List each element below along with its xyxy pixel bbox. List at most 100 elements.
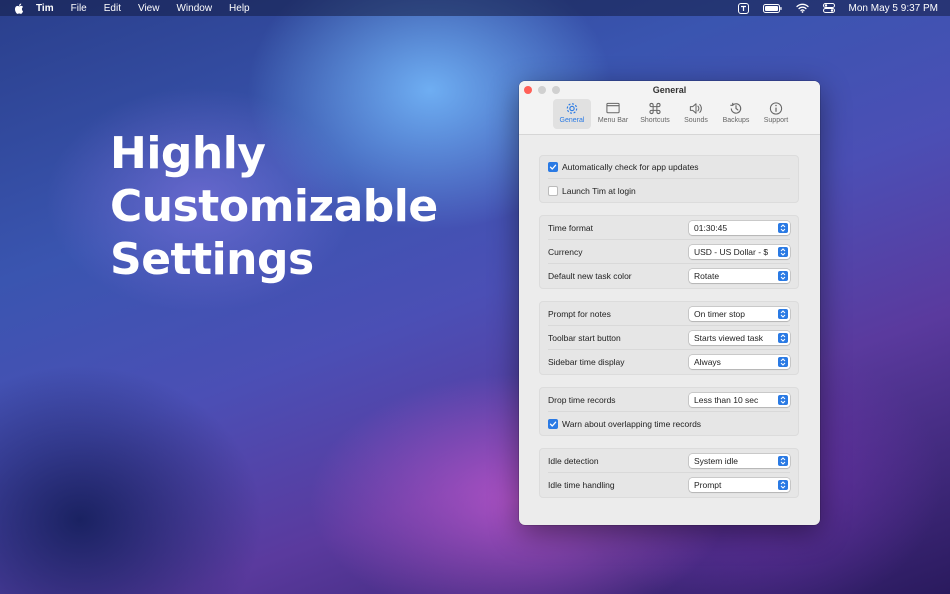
row-warn-overlap[interactable]: Warn about overlapping time records [548, 412, 790, 435]
auto-check-updates-checkbox[interactable] [548, 162, 558, 172]
currency-value: USD - US Dollar - $ [694, 246, 769, 257]
settings-group-idle: Idle detection System idle Idle time han… [539, 448, 799, 498]
updown-chevron-icon [778, 455, 788, 466]
row-auto-check-updates[interactable]: Automatically check for app updates [548, 156, 790, 179]
settings-group-updates: Automatically check for app updates Laun… [539, 155, 799, 203]
preferences-toolbar: General Menu Bar Shortcuts Sounds Backup… [553, 99, 797, 129]
auto-check-updates-label: Automatically check for app updates [562, 162, 699, 172]
updown-chevron-icon [778, 357, 788, 367]
row-time-format: Time format 01:30:45 [548, 216, 790, 240]
sidebar-time-select[interactable]: Always [689, 355, 790, 369]
prompt-notes-label: Prompt for notes [548, 308, 611, 319]
drop-records-label: Drop time records [548, 394, 616, 405]
window-titlebar: General General Menu Bar Shortcuts Sound… [519, 81, 820, 135]
warn-overlap-checkbox[interactable] [548, 418, 558, 429]
updown-chevron-icon [778, 222, 788, 233]
tab-backups-label: Backups [722, 117, 750, 124]
sidebar-time-value: Always [694, 357, 721, 367]
hero-line-2: Customizable [110, 181, 438, 232]
settings-window: General General Menu Bar Shortcuts Sound… [519, 81, 820, 525]
tab-general[interactable]: General [553, 99, 591, 129]
updown-chevron-icon [778, 271, 788, 281]
tab-support-label: Support [763, 117, 789, 124]
checkmark-icon [549, 164, 557, 170]
history-icon [730, 102, 742, 114]
updown-chevron-icon [778, 332, 788, 343]
idle-detection-label: Idle detection [548, 455, 599, 466]
row-currency: Currency USD - US Dollar - $ [548, 240, 790, 264]
row-sidebar-time: Sidebar time display Always [548, 350, 790, 374]
time-format-label: Time format [548, 222, 594, 233]
currency-label: Currency [548, 246, 583, 257]
row-launch-at-login[interactable]: Launch Tim at login [548, 179, 790, 202]
tab-support[interactable]: Support [757, 99, 795, 129]
battery-icon[interactable] [762, 3, 782, 13]
settings-group-records: Drop time records Less than 10 sec Warn … [539, 387, 799, 436]
drop-records-value: Less than 10 sec [694, 394, 759, 405]
idle-detection-select[interactable]: System idle [689, 453, 790, 468]
sidebar-time-label: Sidebar time display [548, 357, 625, 367]
command-icon [649, 102, 661, 115]
idle-handling-label: Idle time handling [548, 480, 615, 490]
apple-logo-icon[interactable] [12, 1, 26, 15]
tab-menu-bar[interactable]: Menu Bar [593, 99, 633, 129]
menubar-icon [606, 102, 620, 114]
time-format-value: 01:30:45 [694, 222, 728, 233]
checkmark-icon [549, 421, 557, 427]
menu-help[interactable]: Help [229, 3, 250, 14]
speaker-icon [689, 103, 702, 114]
tab-sounds-label: Sounds [684, 117, 708, 124]
menu-bar: Tim File Edit View Window Help Mon May 5… [0, 0, 950, 16]
menu-clock[interactable]: Mon May 5 9:37 PM [849, 3, 938, 14]
settings-group-format: Time format 01:30:45 Currency USD - US D… [539, 215, 799, 289]
menu-view[interactable]: View [138, 3, 160, 14]
drop-records-select[interactable]: Less than 10 sec [689, 392, 790, 407]
hero-line-1: Highly [110, 128, 266, 179]
toolbar-start-label: Toolbar start button [548, 332, 621, 343]
hero-headline: Highly Customizable Settings [110, 127, 438, 286]
wifi-icon[interactable] [795, 3, 809, 13]
task-color-label: Default new task color [548, 271, 632, 281]
row-prompt-notes: Prompt for notes On timer stop [548, 302, 790, 326]
menu-edit[interactable]: Edit [104, 3, 121, 14]
menu-app-name[interactable]: Tim [36, 3, 54, 14]
tim-icon[interactable] [737, 2, 749, 14]
prompt-notes-value: On timer stop [694, 308, 746, 319]
toolbar-start-select[interactable]: Starts viewed task [689, 330, 790, 345]
row-toolbar-start: Toolbar start button Starts viewed task [548, 326, 790, 350]
idle-detection-value: System idle [694, 455, 738, 466]
settings-content: Automatically check for app updates Laun… [539, 155, 799, 510]
menu-file[interactable]: File [71, 3, 87, 14]
tab-shortcuts-label: Shortcuts [640, 117, 670, 124]
idle-handling-select[interactable]: Prompt [689, 478, 790, 492]
gear-icon [566, 103, 578, 114]
row-drop-records: Drop time records Less than 10 sec [548, 388, 790, 412]
menu-window[interactable]: Window [176, 3, 212, 14]
launch-at-login-label: Launch Tim at login [562, 185, 636, 196]
settings-group-behavior: Prompt for notes On timer stop Toolbar s… [539, 301, 799, 375]
row-task-color: Default new task color Rotate [548, 264, 790, 288]
warn-overlap-label: Warn about overlapping time records [562, 418, 702, 429]
currency-select[interactable]: USD - US Dollar - $ [689, 244, 790, 259]
info-icon [769, 102, 783, 115]
updown-chevron-icon [778, 480, 788, 490]
task-color-select[interactable]: Rotate [689, 269, 790, 283]
updown-chevron-icon [778, 308, 788, 319]
control-center-icon[interactable] [822, 3, 835, 13]
tab-menu-bar-label: Menu Bar [597, 117, 629, 124]
hero-line-3: Settings [110, 234, 314, 285]
row-idle-detection: Idle detection System idle [548, 449, 790, 473]
tab-general-label: General [559, 117, 585, 124]
task-color-value: Rotate [694, 271, 720, 281]
row-idle-handling: Idle time handling Prompt [548, 473, 790, 497]
toolbar-start-value: Starts viewed task [694, 332, 763, 343]
tab-sounds[interactable]: Sounds [677, 99, 715, 129]
idle-handling-value: Prompt [694, 480, 722, 490]
tab-backups[interactable]: Backups [717, 99, 755, 129]
updown-chevron-icon [778, 246, 788, 257]
prompt-notes-select[interactable]: On timer stop [689, 306, 790, 321]
updown-chevron-icon [778, 394, 788, 405]
tab-shortcuts[interactable]: Shortcuts [635, 99, 675, 129]
time-format-select[interactable]: 01:30:45 [689, 220, 790, 235]
launch-at-login-checkbox[interactable] [548, 185, 558, 196]
